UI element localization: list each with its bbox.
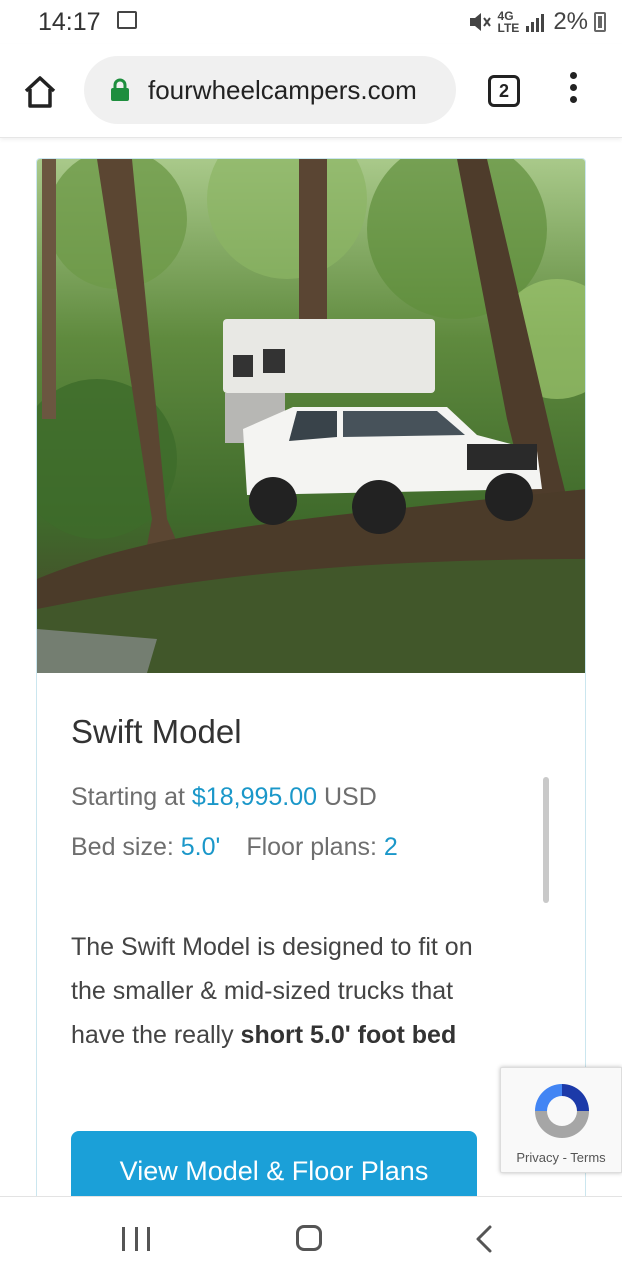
floor-plans-label: Floor plans:: [246, 833, 384, 861]
recaptcha-links: Privacy - Terms: [501, 1150, 621, 1165]
more-vert-icon[interactable]: [566, 72, 580, 112]
scrollbar-thumb[interactable]: [543, 777, 549, 903]
price-prefix: Starting at: [71, 783, 192, 811]
mute-icon: [469, 13, 491, 31]
signal-icon: [526, 14, 545, 32]
url-text: fourwheelcampers.com: [148, 74, 417, 105]
privacy-link[interactable]: Privacy: [516, 1150, 559, 1165]
price-value: $18,995.00: [191, 783, 318, 811]
recaptcha-icon: [535, 1084, 589, 1138]
link-separator: -: [558, 1150, 571, 1165]
home-nav-icon[interactable]: [296, 1225, 322, 1251]
product-card: Swift Model Starting at $18,995.00 USD B…: [36, 158, 586, 1218]
model-description: The Swift Model is designed to fit on th…: [71, 925, 511, 1079]
price-currency: USD: [317, 783, 377, 811]
lock-icon: [111, 78, 129, 101]
terms-link[interactable]: Terms: [570, 1150, 605, 1165]
hero-image: [37, 159, 585, 673]
bed-size-label: Bed size:: [71, 833, 181, 861]
status-time: 14:17: [38, 8, 101, 36]
recent-apps-icon[interactable]: [122, 1227, 150, 1251]
status-icons: 4G LTE 2%: [468, 8, 606, 36]
status-bar: 14:17 4G LTE 2%: [0, 0, 622, 44]
specs-line: Bed size: 5.0' Floor plans: 2: [71, 833, 398, 862]
floor-plans-value: 2: [383, 833, 398, 861]
price-line: Starting at $18,995.00 USD: [71, 783, 377, 812]
battery-percent: 2%: [553, 8, 588, 35]
home-icon[interactable]: [22, 74, 58, 110]
recaptcha-badge[interactable]: Privacy - Terms: [500, 1067, 622, 1173]
bed-size-value: 5.0': [180, 833, 221, 861]
address-bar[interactable]: fourwheelcampers.com: [84, 56, 456, 124]
system-nav-bar: [0, 1196, 622, 1279]
model-title: Swift Model: [71, 713, 242, 750]
browser-toolbar: fourwheelcampers.com 2: [0, 44, 622, 138]
description-bold: short 5.0' foot bed: [240, 1021, 457, 1049]
battery-charging-icon: [594, 12, 606, 32]
lte-icon: 4G LTE: [497, 9, 520, 35]
back-icon[interactable]: [472, 1223, 496, 1255]
tabs-button[interactable]: 2: [488, 75, 520, 107]
image-icon: [117, 11, 137, 29]
